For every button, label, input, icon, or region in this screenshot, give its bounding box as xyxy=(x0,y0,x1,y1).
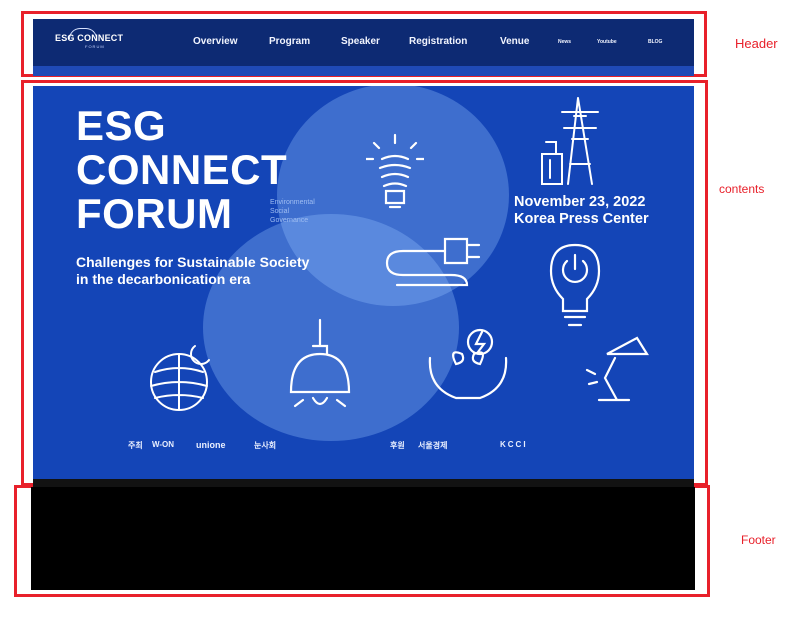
pendant-lamp-icon xyxy=(289,318,351,408)
event-info: November 23, 2022 Korea Press Center xyxy=(514,194,649,228)
supporter-logo: 서울경제 xyxy=(418,441,448,450)
earth-icon xyxy=(150,345,210,411)
sponsor-logo: unione xyxy=(196,440,226,450)
hero-title-line: FORUM xyxy=(76,190,233,237)
nav-speaker[interactable]: Speaker xyxy=(341,36,380,47)
event-date: November 23, 2022 xyxy=(514,194,646,210)
subtitle-line: in the decarbonication era xyxy=(76,271,251,287)
event-venue: Korea Press Center xyxy=(514,211,649,227)
power-tower-icon xyxy=(541,97,599,185)
power-plug-icon xyxy=(385,237,481,287)
site-header: ESG CONNECT FORUM Overview Program Speak… xyxy=(33,19,694,66)
logo-subtext: FORUM xyxy=(85,44,105,49)
header-annotation-label: Header xyxy=(735,36,778,51)
tagline-line: Environmental xyxy=(270,199,315,206)
sponsor-logo: 눈사회 xyxy=(254,441,277,450)
nav-news[interactable]: News xyxy=(558,39,571,45)
hero-banner: ESG CONNECT FORUM Environmental Social G… xyxy=(33,86,694,479)
hero-tagline: Environmental Social Governance xyxy=(270,198,315,225)
header-bottom-band xyxy=(33,66,694,76)
hero-title-line: CONNECT xyxy=(76,146,288,193)
hero-title: ESG CONNECT FORUM xyxy=(76,104,287,236)
tagline-line: Social xyxy=(270,208,290,215)
nav-venue[interactable]: Venue xyxy=(500,36,529,47)
hero-title-line: ESG xyxy=(76,102,167,149)
desk-lamp-icon xyxy=(585,336,649,402)
nav-youtube[interactable]: Youtube xyxy=(597,39,617,45)
contents-annotation-label: contents xyxy=(719,182,765,196)
subtitle-line: Challenges for Sustainable Society xyxy=(76,254,310,270)
tagline-line: Governance xyxy=(270,217,309,224)
nav-registration[interactable]: Registration xyxy=(409,36,467,47)
host-prefix: 주최 xyxy=(128,441,143,450)
logo-text: ESG CONNECT xyxy=(55,33,124,43)
nav-blog[interactable]: BLOG xyxy=(648,39,662,45)
nav-program[interactable]: Program xyxy=(269,36,310,47)
supporter-logo: KCCI xyxy=(500,440,528,449)
footer-annotation-label: Footer xyxy=(741,533,776,547)
nav-overview[interactable]: Overview xyxy=(193,36,237,47)
hands-leaf-energy-icon xyxy=(428,328,508,400)
light-bulb-icon xyxy=(366,133,424,209)
hero-subtitle: Challenges for Sustainable Society in th… xyxy=(76,254,309,288)
power-bulb-icon xyxy=(549,243,601,327)
sponsor-logo: W-ON xyxy=(152,440,175,449)
support-prefix: 후원 xyxy=(390,441,405,450)
site-footer xyxy=(31,487,695,590)
site-logo[interactable]: ESG CONNECT FORUM xyxy=(55,28,124,49)
hero-bottom-strip xyxy=(33,479,694,487)
